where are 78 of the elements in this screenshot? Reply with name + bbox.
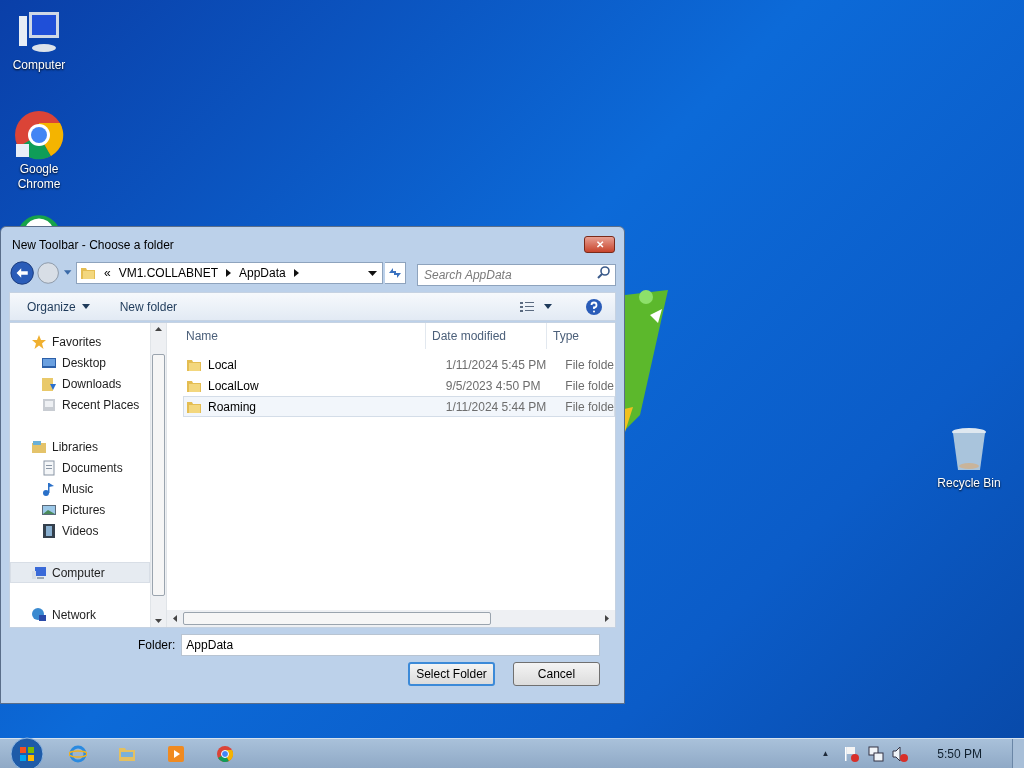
downloads-folder-icon (41, 375, 57, 392)
nav-item[interactable]: Documents (10, 457, 150, 478)
show-desktop-button[interactable] (1012, 738, 1024, 768)
file-row[interactable]: Roaming 1/11/2024 5:44 PM File folde (183, 396, 615, 417)
refresh-button[interactable] (384, 262, 406, 284)
file-name: Local (208, 356, 237, 374)
media-player-icon[interactable] (167, 744, 185, 763)
date-cell-text: 1/11/2024 5:45 PM (444, 356, 548, 374)
dialog-button[interactable]: Cancel (513, 662, 600, 686)
type-cell-text: File folde (564, 398, 614, 416)
help-icon[interactable] (585, 297, 603, 316)
search-field[interactable]: Search AppData (417, 264, 616, 286)
desktop-icon-label[interactable]: Recycle Bin (937, 476, 1001, 491)
breadcrumb[interactable]: VM1.COLLABNET (118, 264, 218, 282)
nav-item[interactable]: Pictures (10, 499, 150, 520)
chrome-icon (14, 110, 64, 160)
overflow-chevron[interactable]: « (103, 264, 111, 282)
nav-item[interactable]: Desktop (10, 352, 150, 373)
nav-item[interactable]: Computer (10, 562, 150, 583)
flag-icon[interactable] (843, 744, 862, 763)
folder-icon (79, 265, 96, 281)
file-row[interactable]: Local 1/11/2024 5:45 PM File folde (183, 354, 615, 375)
type-cell-text: File folde (564, 377, 614, 395)
chrome-icon[interactable] (216, 744, 234, 763)
scroll-thumb[interactable] (152, 354, 165, 596)
desktop-icon-label[interactable]: Google Chrome (4, 162, 74, 192)
nav-item[interactable]: Favorites (10, 331, 150, 352)
column-header[interactable]: Type (547, 323, 579, 349)
network-icon[interactable] (867, 744, 886, 763)
file-name: Roaming (208, 398, 257, 416)
folder-field[interactable]: AppData (181, 634, 600, 656)
date-cell-text: 1/11/2024 5:44 PM (444, 398, 548, 416)
scroll-left-icon[interactable] (173, 615, 177, 622)
desktop-icon-label[interactable]: Computer (12, 58, 66, 73)
date-cell-text: 9/5/2023 4:50 PM (444, 377, 542, 395)
view-list-icon[interactable] (520, 300, 534, 313)
nav-item[interactable]: Recent Places (10, 394, 150, 415)
file-row[interactable]: LocalLow 9/5/2023 4:50 PM File folde (183, 375, 615, 396)
scroll-up-icon[interactable] (155, 327, 162, 331)
dropdown-caret-icon[interactable] (367, 270, 377, 276)
film-icon (41, 522, 57, 539)
nav-item[interactable]: Videos (10, 520, 150, 541)
search-icon (597, 266, 610, 279)
horizontal-scrollbar[interactable] (167, 610, 615, 627)
refresh-icon (387, 267, 402, 279)
start-button[interactable] (10, 736, 44, 768)
breadcrumb-arrow-icon (293, 269, 299, 277)
nav-item[interactable]: Music (10, 478, 150, 499)
scroll-right-icon[interactable] (605, 615, 609, 622)
scroll-down-icon[interactable] (155, 619, 162, 623)
organize-menu[interactable]: Organize (27, 297, 90, 316)
new-folder-button[interactable]: New folder (119, 297, 178, 316)
folder-label: Folder: (138, 637, 176, 654)
window-title: New Toolbar - Choose a folder (12, 236, 174, 254)
dialog-button[interactable]: Select Folder (408, 662, 495, 686)
type-cell-text: File folde (564, 356, 614, 374)
libraries-icon (31, 438, 47, 455)
computer-icon (31, 564, 47, 581)
show-hidden-icons[interactable]: ▲ (821, 747, 830, 760)
caret-icon (81, 304, 90, 309)
vertical-scrollbar[interactable] (150, 323, 167, 627)
caret-icon[interactable] (544, 304, 552, 309)
file-name: LocalLow (208, 377, 259, 395)
back-icon[interactable] (10, 260, 35, 286)
nav-item[interactable]: Network (10, 604, 150, 625)
nav-item[interactable]: Downloads (10, 373, 150, 394)
breadcrumb[interactable]: AppData (239, 264, 286, 282)
star-icon (31, 333, 47, 350)
speaker-muted-icon[interactable] (891, 744, 910, 763)
column-header[interactable]: Name (167, 323, 426, 349)
scroll-thumb[interactable] (183, 612, 491, 625)
column-header[interactable]: Date modified (426, 323, 547, 349)
document-icon (41, 459, 57, 476)
breadcrumb-arrow-icon (226, 269, 231, 277)
address-bar[interactable]: « VM1.COLLABNET AppData (75, 262, 383, 284)
clock[interactable]: 5:50 PM (937, 744, 982, 763)
globe-icon (31, 606, 47, 623)
nav-item[interactable]: Libraries (10, 436, 150, 457)
